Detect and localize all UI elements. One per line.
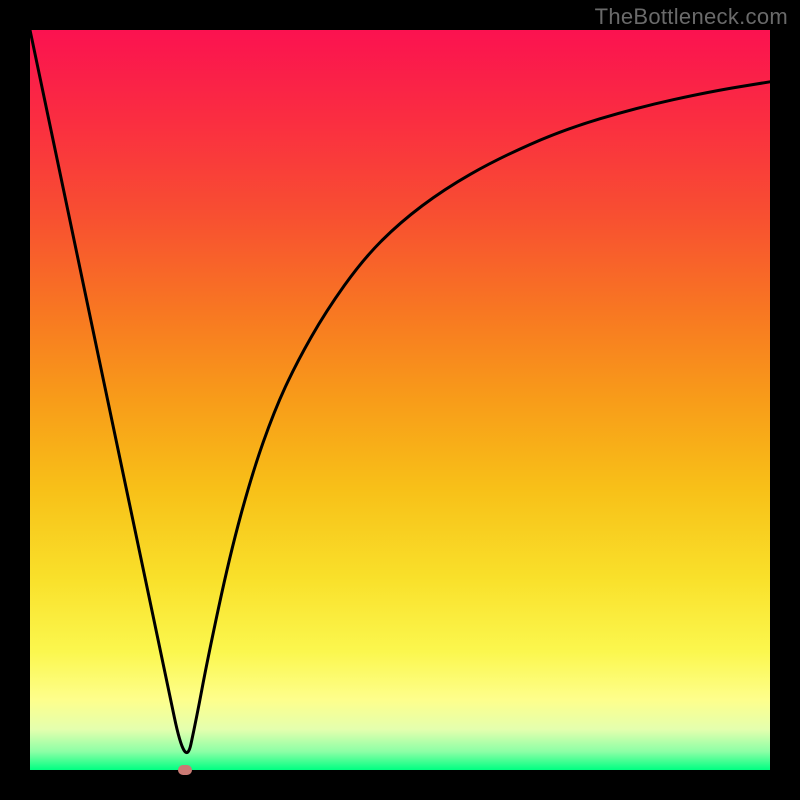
watermark-text: TheBottleneck.com — [595, 4, 788, 30]
minimum-marker — [178, 765, 192, 775]
chart-frame: TheBottleneck.com — [0, 0, 800, 800]
chart-svg — [30, 30, 770, 770]
bottleneck-curve — [30, 30, 770, 753]
